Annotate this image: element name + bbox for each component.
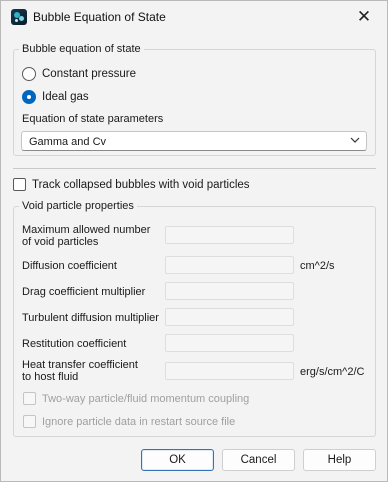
heat-transfer-coefficient-label-line2: to host fluid xyxy=(22,371,79,383)
track-collapsed-checkbox-box[interactable] xyxy=(13,178,26,191)
radio-ideal-gas[interactable]: Ideal gas xyxy=(22,90,89,104)
max-void-particles-label: Maximum allowed number of void particles xyxy=(22,224,150,248)
ignore-particle-data-checkbox-label: Ignore particle data in restart source f… xyxy=(42,415,236,428)
section-divider xyxy=(13,168,376,169)
drag-coefficient-multiplier-label: Drag coefficient multiplier xyxy=(22,286,146,298)
radio-constant-pressure-label: Constant pressure xyxy=(42,68,136,80)
restitution-coefficient-input[interactable] xyxy=(165,334,294,352)
heat-transfer-coefficient-unit: erg/s/cm^2/C xyxy=(300,366,365,378)
void-props-group-label: Void particle properties xyxy=(19,200,137,212)
max-void-particles-label-line1: Maximum allowed number xyxy=(22,224,151,236)
title-bar: Bubble Equation of State ✕ xyxy=(1,1,387,33)
diffusion-coefficient-label: Diffusion coefficient xyxy=(22,260,117,272)
eos-params-label: Equation of state parameters xyxy=(22,113,164,125)
diffusion-coefficient-unit: cm^2/s xyxy=(300,260,335,272)
app-icon xyxy=(11,9,27,25)
dialog-window: Bubble Equation of State ✕ Bubble equati… xyxy=(0,0,388,482)
radio-ideal-gas-label: Ideal gas xyxy=(42,91,89,103)
max-void-particles-input[interactable] xyxy=(165,226,294,244)
two-way-coupling-checkbox[interactable]: Two-way particle/fluid momentum coupling xyxy=(23,392,249,405)
restitution-coefficient-label: Restitution coefficient xyxy=(22,338,127,350)
heat-transfer-coefficient-label-line1: Heat transfer coefficient xyxy=(22,359,138,371)
help-button[interactable]: Help xyxy=(303,449,376,471)
turbulent-diffusion-multiplier-label: Turbulent diffusion multiplier xyxy=(22,312,159,324)
track-collapsed-checkbox[interactable]: Track collapsed bubbles with void partic… xyxy=(13,178,250,191)
max-void-particles-label-line2: of void particles xyxy=(22,236,99,248)
radio-constant-pressure-indicator[interactable] xyxy=(22,67,36,81)
ok-button[interactable]: OK xyxy=(141,449,214,471)
diffusion-coefficient-input[interactable] xyxy=(165,256,294,274)
drag-coefficient-multiplier-input[interactable] xyxy=(165,282,294,300)
eos-params-dropdown[interactable]: Gamma and Cv xyxy=(21,131,367,151)
ignore-particle-data-checkbox[interactable]: Ignore particle data in restart source f… xyxy=(23,415,235,428)
two-way-coupling-checkbox-box[interactable] xyxy=(23,392,36,405)
close-icon: ✕ xyxy=(356,7,372,26)
heat-transfer-coefficient-label: Heat transfer coefficient to host fluid xyxy=(22,359,138,383)
ignore-particle-data-checkbox-box[interactable] xyxy=(23,415,36,428)
cancel-button[interactable]: Cancel xyxy=(222,449,295,471)
turbulent-diffusion-multiplier-input[interactable] xyxy=(165,308,294,326)
window-title: Bubble Equation of State xyxy=(33,10,166,24)
chevron-down-icon xyxy=(350,137,360,143)
bubble-eos-group-label: Bubble equation of state xyxy=(19,43,144,55)
eos-params-dropdown-value: Gamma and Cv xyxy=(29,136,107,148)
heat-transfer-coefficient-input[interactable] xyxy=(165,362,294,380)
radio-ideal-gas-indicator[interactable] xyxy=(22,90,36,104)
two-way-coupling-checkbox-label: Two-way particle/fluid momentum coupling xyxy=(42,392,250,405)
track-collapsed-checkbox-label: Track collapsed bubbles with void partic… xyxy=(32,178,250,191)
close-button[interactable]: ✕ xyxy=(341,1,387,33)
radio-constant-pressure[interactable]: Constant pressure xyxy=(22,67,136,81)
